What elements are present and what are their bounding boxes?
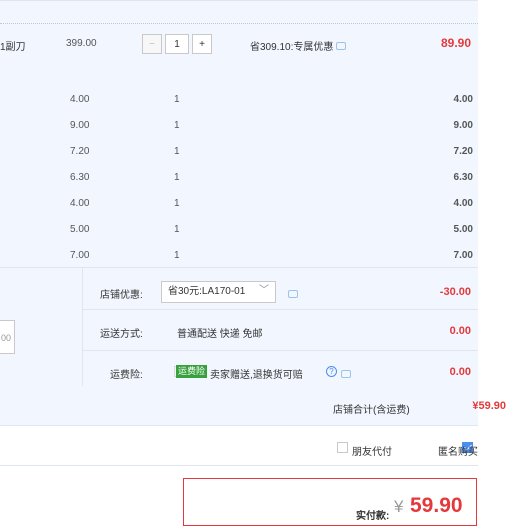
sub-item-price: 7.20 — [70, 146, 90, 157]
item-promotion: 省309.10:专属优惠 — [250, 38, 347, 53]
friend-pay-checkbox[interactable] — [337, 442, 348, 453]
sub-item-sum: 4.00 — [453, 198, 473, 209]
sub-item-price: 7.00 — [70, 250, 90, 261]
pay-amount: 59.90 — [410, 494, 463, 517]
sub-item-qty: 1 — [174, 250, 180, 261]
shipping-method: 普通配送 快递 免邮 — [177, 329, 263, 340]
shop-total-label: 店铺合计(含运费) — [333, 405, 410, 416]
coupon-amount: -30.00 — [439, 286, 471, 298]
sub-item-sum: 5.00 — [453, 224, 473, 235]
sub-item-price: 9.00 — [70, 120, 90, 131]
quantity-stepper: − 1 + — [142, 34, 212, 54]
sub-item-row: 4.00 1 4.00 — [0, 191, 478, 217]
sub-item-sum: 4.00 — [453, 94, 473, 105]
sub-item-row: 7.00 1 7.00 — [0, 243, 478, 269]
item-subtotal: 89.90 — [440, 36, 471, 50]
sub-item-price: 4.00 — [70, 94, 90, 105]
row-divider — [83, 350, 478, 351]
item-header-divider — [0, 23, 478, 24]
coupon-select[interactable]: 省30元:LA170-01 ﹀ — [161, 281, 276, 303]
sub-item-sum: 7.00 — [453, 250, 473, 261]
sub-item-sum: 9.00 — [453, 120, 473, 131]
sub-item-row: 7.20 1 7.20 — [0, 139, 478, 165]
sub-item-row: 6.30 1 6.30 — [0, 165, 478, 191]
pay-currency: ¥ — [394, 497, 404, 516]
item-price: 399.00 — [66, 38, 97, 49]
decrease-quantity-button[interactable]: − — [142, 34, 162, 54]
message-icon[interactable] — [288, 290, 298, 298]
insurance-amount: 0.00 — [449, 366, 471, 378]
pay-label: 实付款: — [356, 511, 390, 522]
options-divider — [0, 465, 478, 466]
coupon-label: 店铺优惠: — [100, 290, 143, 301]
shop-column-divider — [82, 268, 83, 386]
shipping-label: 运送方式: — [100, 329, 143, 340]
sub-item-qty: 1 — [174, 172, 180, 183]
sub-item-qty: 1 — [174, 146, 180, 157]
sub-item-qty: 1 — [174, 94, 180, 105]
friend-pay-label[interactable]: 朋友代付 — [352, 443, 392, 458]
shipping-amount: 0.00 — [449, 325, 471, 337]
chevron-down-icon: ﹀ — [259, 285, 269, 296]
sub-item-sum: 6.30 — [453, 172, 473, 183]
sub-item-row: 5.00 1 5.00 — [0, 217, 478, 243]
message-icon[interactable] — [336, 41, 347, 50]
message-icon[interactable] — [340, 370, 351, 378]
shop-top-divider — [0, 267, 478, 268]
sub-item-sum: 7.20 — [453, 146, 473, 157]
sub-item-row: 4.00 1 4.00 — [0, 87, 478, 113]
anonymous-label[interactable]: 匿名购买 — [438, 443, 478, 458]
sub-item-qty: 1 — [174, 198, 180, 209]
sub-item-qty: 1 — [174, 224, 180, 235]
sub-item-price: 5.00 — [70, 224, 90, 235]
promotion-text: 省309.10:专属优惠 — [250, 42, 334, 53]
help-icon[interactable]: ? — [326, 366, 337, 377]
item-name[interactable]: 1副刀 — [0, 38, 26, 53]
sub-item-qty: 1 — [174, 120, 180, 131]
sub-item-price: 6.30 — [70, 172, 90, 183]
coupon-value: 省30元:LA170-01 — [168, 286, 246, 297]
insurance-text: 卖家赠送,退换货可赔 — [210, 370, 303, 381]
insurance-tag: 运费险 — [176, 365, 208, 378]
shop-total-value: ¥59.90 — [472, 400, 506, 412]
sub-item-price: 4.00 — [70, 198, 90, 209]
increase-quantity-button[interactable]: + — [192, 34, 212, 54]
row-divider — [83, 309, 478, 310]
message-input[interactable]: 00 — [0, 320, 15, 354]
sub-item-row: 9.00 1 9.00 — [0, 113, 478, 139]
quantity-input[interactable]: 1 — [165, 34, 189, 54]
insurance-label: 运费险: — [110, 370, 143, 381]
